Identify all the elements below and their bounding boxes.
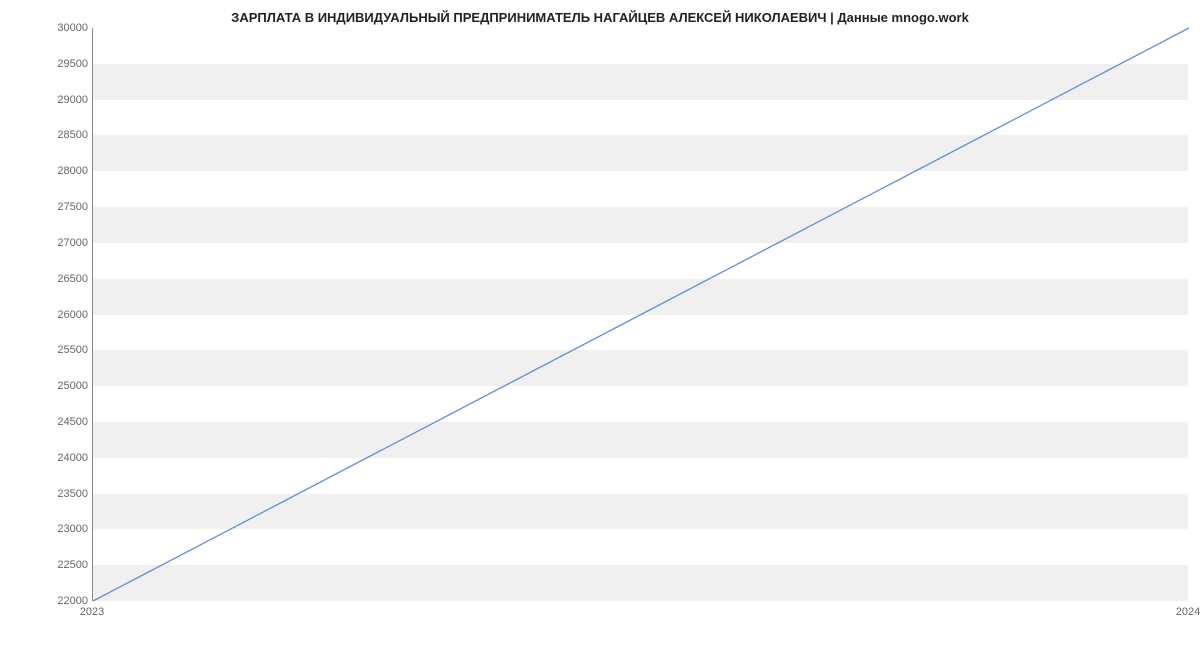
y-tick-label: 22500 xyxy=(57,559,88,571)
y-tick-label: 30000 xyxy=(57,22,88,34)
y-tick-label: 29000 xyxy=(57,94,88,106)
y-tick-label: 28500 xyxy=(57,129,88,141)
y-tick-label: 26500 xyxy=(57,273,88,285)
x-tick-label: 2023 xyxy=(80,606,104,618)
y-tick-label: 23500 xyxy=(57,488,88,500)
salary-line xyxy=(93,28,1189,601)
chart-container: 2200022500230002350024000245002500025500… xyxy=(0,28,1200,623)
y-tick-label: 28000 xyxy=(57,165,88,177)
x-tick-label: 2024 xyxy=(1176,606,1200,618)
y-tick-label: 27000 xyxy=(57,237,88,249)
line-series-svg xyxy=(93,28,1189,601)
y-tick-label: 25500 xyxy=(57,344,88,356)
y-tick-label: 25000 xyxy=(57,380,88,392)
y-tick-label: 23000 xyxy=(57,523,88,535)
y-tick-label: 24000 xyxy=(57,452,88,464)
y-tick-label: 24500 xyxy=(57,416,88,428)
y-tick-label: 29500 xyxy=(57,58,88,70)
y-tick-label: 26000 xyxy=(57,309,88,321)
y-tick-label: 27500 xyxy=(57,201,88,213)
chart-title: ЗАРПЛАТА В ИНДИВИДУАЛЬНЫЙ ПРЕДПРИНИМАТЕЛ… xyxy=(0,0,1200,25)
plot-area xyxy=(92,28,1188,601)
